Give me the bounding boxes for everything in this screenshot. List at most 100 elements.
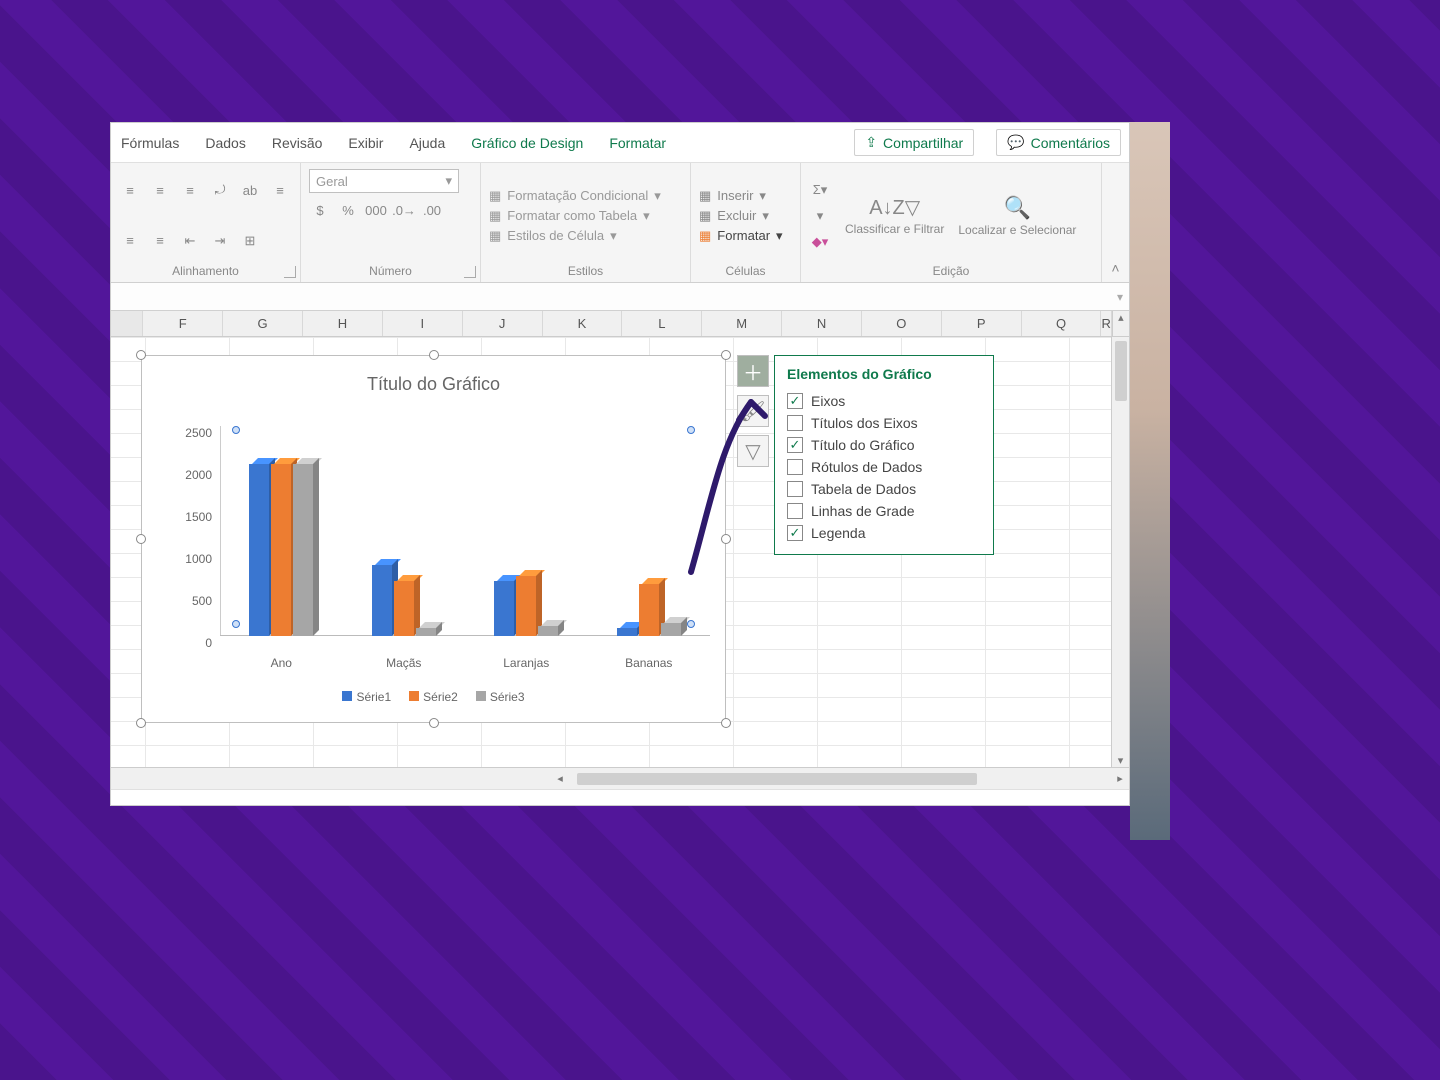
checkbox-icon[interactable] [787, 393, 803, 409]
bar[interactable] [617, 628, 637, 636]
chart-title[interactable]: Título do Gráfico [142, 356, 725, 403]
scrollbar-thumb[interactable] [577, 773, 977, 785]
column-header[interactable]: L [622, 311, 702, 336]
align-middle-icon[interactable]: ≡ [149, 179, 171, 201]
bar-cluster[interactable] [359, 565, 449, 636]
column-header[interactable]: P [942, 311, 1022, 336]
bar[interactable] [661, 623, 681, 636]
legend-item[interactable]: Série3 [476, 690, 525, 704]
chart-legend[interactable]: Série1 Série2 Série3 [142, 690, 725, 704]
bar[interactable] [293, 464, 313, 636]
chart-element-option[interactable]: Linhas de Grade [787, 500, 981, 522]
decrease-decimal-icon[interactable]: .00 [421, 199, 443, 221]
bar-cluster[interactable] [604, 584, 694, 636]
align-center-icon[interactable]: ≡ [119, 230, 141, 252]
align-right-icon[interactable]: ≡ [149, 230, 171, 252]
bar[interactable] [271, 464, 291, 636]
comma-format-icon[interactable]: 000 [365, 199, 387, 221]
legend-item[interactable]: Série1 [342, 690, 391, 704]
chart-filters-button[interactable]: ▽ [737, 435, 769, 467]
tab-chart-design[interactable]: Gráfico de Design [469, 129, 585, 157]
bar[interactable] [494, 581, 514, 636]
autosum-icon[interactable]: Σ▾ [809, 179, 831, 201]
resize-handle[interactable] [721, 350, 731, 360]
chart-styles-button[interactable]: 🖌 [737, 395, 769, 427]
accounting-format-icon[interactable]: $ [309, 199, 331, 221]
chart-element-option[interactable]: Legenda [787, 522, 981, 544]
column-header[interactable]: M [702, 311, 782, 336]
column-header[interactable]: Q [1022, 311, 1102, 336]
resize-handle[interactable] [429, 718, 439, 728]
resize-handle[interactable] [721, 534, 731, 544]
increase-decimal-icon[interactable]: .0→ [393, 199, 415, 221]
resize-handle[interactable] [136, 718, 146, 728]
bar-cluster[interactable] [481, 576, 571, 636]
chart-elements-button[interactable]: ＋ [737, 355, 769, 387]
tab-format[interactable]: Formatar [607, 129, 668, 157]
share-button[interactable]: ⇪ Compartilhar [854, 129, 974, 156]
wrap-text-icon[interactable]: ab [239, 179, 261, 201]
delete-cells-button[interactable]: ▦ Excluir ▾ [699, 208, 783, 224]
resize-handle[interactable] [136, 534, 146, 544]
column-header[interactable]: H [303, 311, 383, 336]
formula-bar-collapsed[interactable]: ▾ [111, 283, 1129, 311]
resize-handle[interactable] [721, 718, 731, 728]
column-header[interactable]: J [463, 311, 543, 336]
tab-review[interactable]: Revisão [270, 129, 325, 157]
chart-object[interactable]: Título do Gráfico 05001000150020002500 A… [141, 355, 726, 723]
indent-decrease-icon[interactable]: ⇤ [179, 230, 201, 252]
align-left-icon[interactable]: ≡ [269, 179, 291, 201]
bar[interactable] [639, 584, 659, 636]
chart-element-option[interactable]: Títulos dos Eixos [787, 412, 981, 434]
cell-styles-button[interactable]: ▦ Estilos de Célula ▾ [489, 228, 661, 244]
align-top-icon[interactable]: ≡ [119, 179, 141, 201]
bar[interactable] [538, 626, 558, 636]
plot-area[interactable] [220, 426, 710, 636]
scroll-up-arrow[interactable]: ▴ [1112, 311, 1129, 336]
checkbox-icon[interactable] [787, 437, 803, 453]
chart-element-option[interactable]: Rótulos de Dados [787, 456, 981, 478]
scroll-down-arrow[interactable]: ▾ [1118, 754, 1124, 767]
worksheet-area[interactable]: Título do Gráfico 05001000150020002500 A… [111, 337, 1129, 767]
percent-format-icon[interactable]: % [337, 199, 359, 221]
tab-formulas[interactable]: Fórmulas [119, 129, 181, 157]
scroll-right-arrow[interactable]: ▸ [1111, 772, 1129, 785]
number-format-combo[interactable]: Geral ▾ [309, 169, 459, 193]
align-bottom-icon[interactable]: ≡ [179, 179, 201, 201]
bar-cluster[interactable] [236, 464, 326, 636]
chart-element-option[interactable]: Eixos [787, 390, 981, 412]
comments-button[interactable]: 💬 Comentários [996, 129, 1121, 156]
checkbox-icon[interactable] [787, 459, 803, 475]
checkbox-icon[interactable] [787, 525, 803, 541]
chart-element-option[interactable]: Título do Gráfico [787, 434, 981, 456]
column-header[interactable]: O [862, 311, 942, 336]
fill-icon[interactable]: ▾ [809, 205, 831, 227]
select-all-corner[interactable] [111, 311, 143, 336]
column-header[interactable]: I [383, 311, 463, 336]
sort-filter-button[interactable]: A↓Z▽ Classificar e Filtrar [845, 195, 944, 236]
alignment-launcher-icon[interactable] [284, 266, 296, 278]
chart-element-option[interactable]: Tabela de Dados [787, 478, 981, 500]
insert-cells-button[interactable]: ▦ Inserir ▾ [699, 188, 783, 204]
legend-item[interactable]: Série2 [409, 690, 458, 704]
scroll-left-arrow[interactable]: ◂ [551, 772, 569, 785]
bar[interactable] [416, 628, 436, 636]
bar[interactable] [372, 565, 392, 636]
column-header[interactable]: R [1101, 311, 1111, 336]
resize-handle[interactable] [136, 350, 146, 360]
bar[interactable] [516, 576, 536, 636]
format-cells-button[interactable]: ▦ Formatar ▾ [699, 228, 783, 244]
number-launcher-icon[interactable] [464, 266, 476, 278]
find-select-button[interactable]: 🔍 Localizar e Selecionar [958, 195, 1076, 237]
vertical-scrollbar[interactable]: ▾ [1111, 337, 1129, 767]
tab-help[interactable]: Ajuda [407, 129, 447, 157]
column-header[interactable]: G [223, 311, 303, 336]
horizontal-scrollbar[interactable]: ◂ ▸ [111, 767, 1129, 789]
checkbox-icon[interactable] [787, 503, 803, 519]
column-header[interactable]: N [782, 311, 862, 336]
merge-icon[interactable]: ⊞ [239, 230, 261, 252]
checkbox-icon[interactable] [787, 415, 803, 431]
tab-data[interactable]: Dados [203, 129, 247, 157]
bar[interactable] [249, 464, 269, 636]
tab-view[interactable]: Exibir [346, 129, 385, 157]
